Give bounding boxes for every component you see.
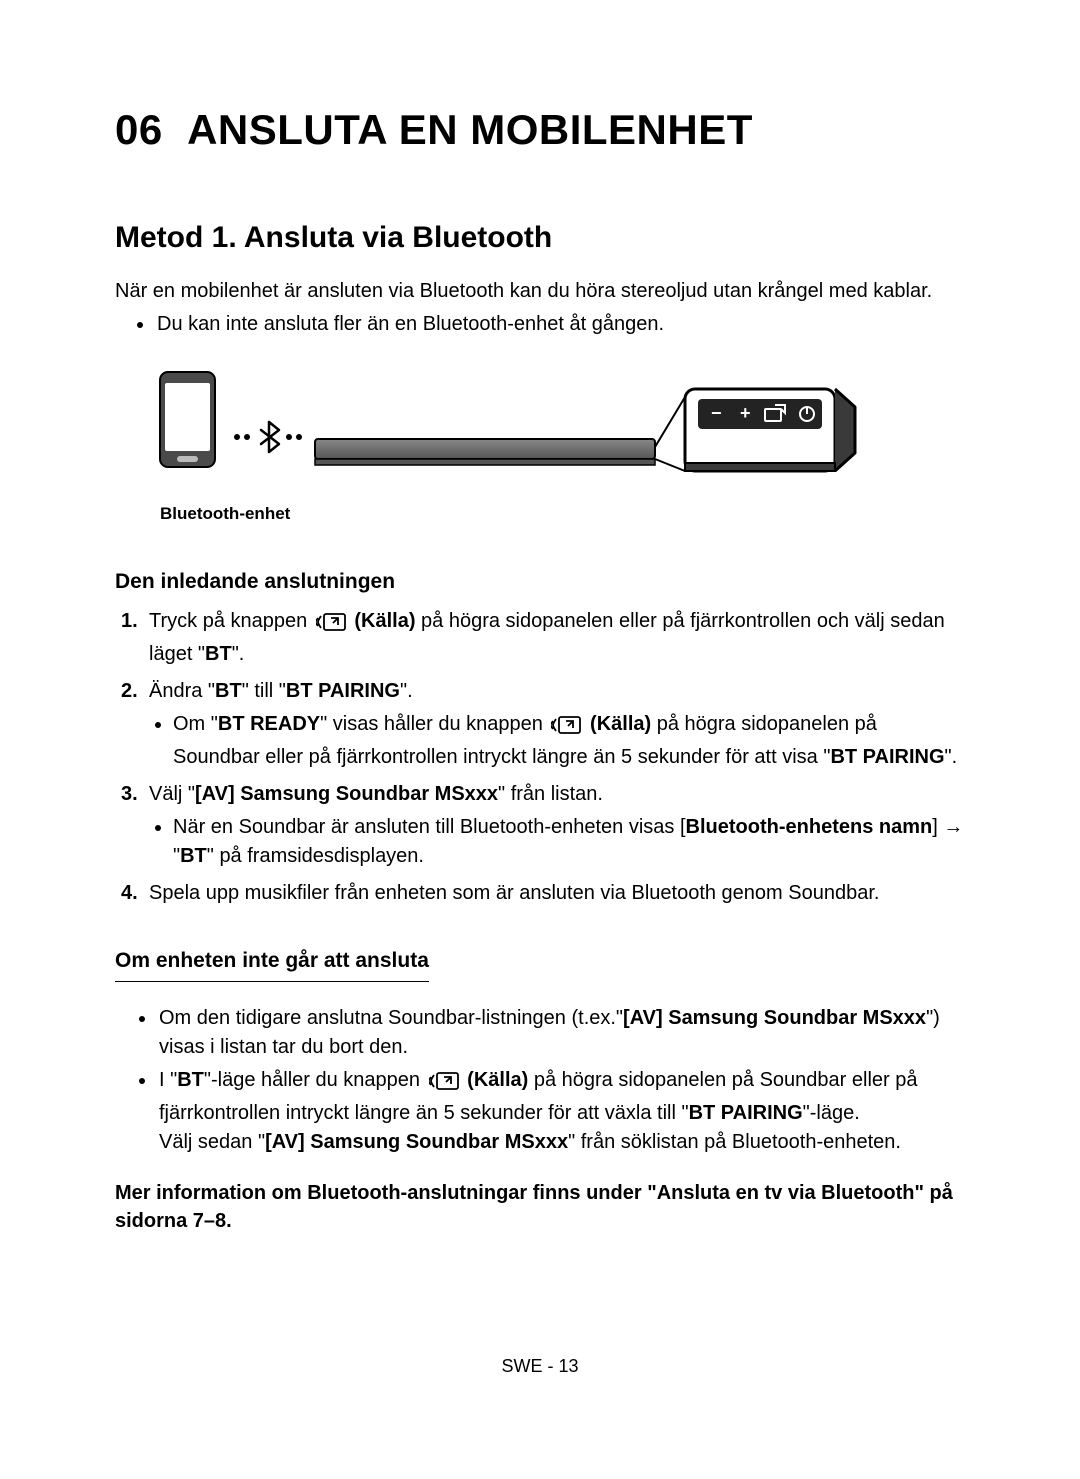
kalla-label: (Källa) [590,713,651,735]
text: " från listan. [498,783,603,805]
text: " från söklistan på Bluetooth-enheten. [568,1131,901,1153]
chapter-number: 06 [115,106,163,153]
text: Om den tidigare anslutna Soundbar-listni… [159,1007,623,1029]
svg-text:−: − [711,403,722,423]
page: 06 ANSLUTA EN MOBILENHET Metod 1. Anslut… [0,0,1080,1479]
btpairing-label: BT PAIRING [830,746,944,768]
av-device-label: [AV] Samsung Soundbar MSxxx [265,1131,568,1153]
bt-label: BT [215,680,242,702]
av-device-label: [AV] Samsung Soundbar MSxxx [623,1007,926,1029]
connection-diagram: − + Bluetooth-enhet [115,367,965,527]
text: ". [945,746,958,768]
source-icon [316,611,346,640]
text: "-läge. [803,1102,860,1124]
intro-bullets: Du kan inte ansluta fler än en Bluetooth… [115,310,965,339]
list-item: I "BT"-läge håller du knappen (Källa) på… [157,1066,965,1157]
av-device-label: [AV] Samsung Soundbar MSxxx [195,783,498,805]
source-icon [429,1070,459,1099]
text: Välj sedan " [159,1131,265,1153]
troubleshoot-bullets: Om den tidigare anslutna Soundbar-listni… [115,1004,965,1157]
step-1: Tryck på knappen (Källa) på högra sidopa… [115,607,965,669]
intro-paragraph: När en mobilenhet är ansluten via Blueto… [115,277,965,306]
btready-label: BT READY [218,713,320,735]
chapter-heading: 06 ANSLUTA EN MOBILENHET [115,100,965,161]
bt-label: BT [180,845,207,867]
kalla-label: (Källa) [467,1069,528,1091]
text: Om " [173,713,218,735]
source-icon [551,714,581,743]
troubleshoot-heading: Om enheten inte går att ansluta [115,946,429,981]
text: ". [232,643,245,665]
section-heading: Metod 1. Ansluta via Bluetooth [115,216,965,260]
list-item: När en Soundbar är ansluten till Bluetoo… [173,813,965,871]
page-footer: SWE - 13 [0,1353,1080,1379]
btpairing-label: BT PAIRING [689,1102,803,1124]
bt-label: BT [205,643,232,665]
chapter-title: ANSLUTA EN MOBILENHET [187,106,753,153]
btpairing-label: BT PAIRING [286,680,400,702]
list-item: Om "BT READY" visas håller du knappen (K… [173,710,965,772]
kalla-label: (Källa) [354,610,415,632]
text: " på framsidesdisplayen. [207,845,424,867]
text: ". [400,680,413,702]
text: "-läge håller du knappen [204,1069,426,1091]
step-2: Ändra "BT" till "BT PAIRING". Om "BT REA… [115,677,965,772]
step-3-sub: När en Soundbar är ansluten till Bluetoo… [149,813,965,871]
text: Välj " [149,783,195,805]
text: " visas håller du knappen [320,713,548,735]
text: Ändra " [149,680,215,702]
step-2-sub: Om "BT READY" visas håller du knappen (K… [149,710,965,772]
text: I " [159,1069,177,1091]
initial-connection-heading: Den inledande anslutningen [115,567,965,597]
more-info-note: Mer information om Bluetooth-anslutninga… [115,1179,965,1235]
list-item: Om den tidigare anslutna Soundbar-listni… [157,1004,965,1062]
diagram-caption: Bluetooth-enhet [160,502,965,527]
text: Tryck på knappen [149,610,313,632]
bt-label: BT [177,1069,204,1091]
text: När en Soundbar är ansluten till Bluetoo… [173,816,686,838]
list-item: Du kan inte ansluta fler än en Bluetooth… [155,310,965,339]
initial-steps: Tryck på knappen (Källa) på högra sidopa… [115,607,965,908]
step-4: Spela upp musikfiler från enheten som är… [115,879,965,908]
bt-device-name-label: Bluetooth-enhetens namn [686,816,933,838]
text: " till " [242,680,286,702]
step-3: Välj "[AV] Samsung Soundbar MSxxx" från … [115,780,965,871]
svg-text:+: + [740,403,751,423]
